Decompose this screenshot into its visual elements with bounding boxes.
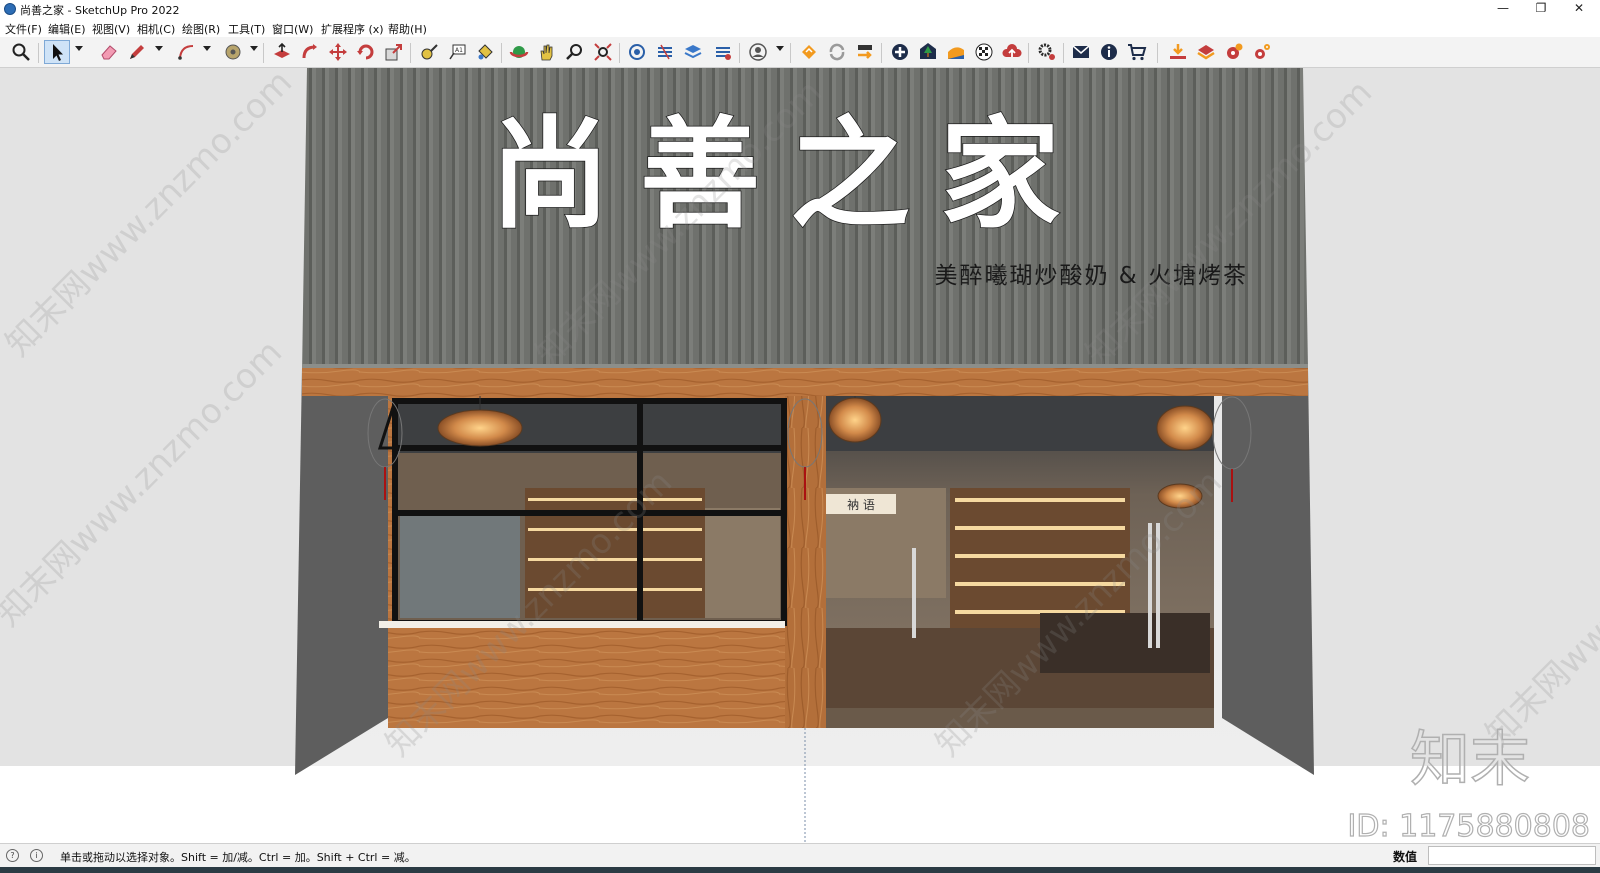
pan-icon[interactable] xyxy=(534,40,560,64)
menu-file[interactable]: 文件(F) xyxy=(5,21,42,37)
export-icon[interactable] xyxy=(852,40,878,64)
roof-eave xyxy=(302,364,1308,368)
paint-bucket-icon[interactable] xyxy=(472,40,498,64)
select-icon[interactable] xyxy=(44,40,70,64)
chevron-down-icon[interactable] xyxy=(203,46,211,51)
watermark-id: ID: 1175880808 xyxy=(1348,809,1590,843)
info-icon[interactable] xyxy=(1096,40,1122,64)
scale-icon[interactable] xyxy=(381,40,407,64)
main-toolbar: A1 xyxy=(0,37,1600,68)
interior-floor xyxy=(826,708,1214,728)
toolbar-separator xyxy=(790,43,791,63)
watermark-brand: 知末 xyxy=(1410,725,1530,795)
plugin-icon[interactable] xyxy=(1193,40,1219,64)
tree-icon[interactable] xyxy=(915,40,941,64)
plugin-gear-icon[interactable] xyxy=(1221,40,1247,64)
chevron-down-icon[interactable] xyxy=(250,46,258,51)
menu-window[interactable]: 窗口(W) xyxy=(272,21,313,37)
eraser-icon[interactable] xyxy=(96,40,122,64)
interior-plaque-text: 衲 语 xyxy=(847,498,875,512)
storefront-model: 尚善之家 美醉曦瑚炒酸奶 & 火塘烤茶 衲 语 知末网www.znzmo.com… xyxy=(0,68,1600,843)
refresh-icon[interactable] xyxy=(824,40,850,64)
chevron-down-icon[interactable] xyxy=(776,46,784,51)
pushpull-icon[interactable] xyxy=(269,40,295,64)
status-bar: ? i 单击或拖动以选择对象。Shift = 加/减。Ctrl = 加。Shif… xyxy=(0,843,1600,867)
geo-location-icon[interactable]: ? xyxy=(6,849,19,862)
paint-icon[interactable] xyxy=(220,40,246,64)
follow-me-icon[interactable] xyxy=(297,40,323,64)
credits-icon[interactable]: i xyxy=(30,849,43,862)
right-side-wall xyxy=(1222,368,1314,775)
menu-edit[interactable]: 编辑(E) xyxy=(48,21,86,37)
orbit-icon[interactable] xyxy=(506,40,532,64)
interior-ceiling xyxy=(826,396,1214,451)
checker-icon[interactable] xyxy=(971,40,997,64)
menu-camera[interactable]: 相机(C) xyxy=(137,21,175,37)
menu-view[interactable]: 视图(V) xyxy=(92,21,130,37)
layout-icon[interactable] xyxy=(796,40,822,64)
window-title: 尚善之家 - SketchUp Pro 2022 xyxy=(20,4,180,17)
left-side-wall xyxy=(295,368,388,775)
extension-icon[interactable] xyxy=(652,40,678,64)
toolbar-separator xyxy=(619,43,620,63)
menu-draw[interactable]: 绘图(R) xyxy=(182,21,220,37)
gears-icon[interactable] xyxy=(1034,40,1060,64)
chevron-down-icon[interactable] xyxy=(155,46,163,51)
chevron-down-icon[interactable] xyxy=(75,46,83,51)
menu-bar: 文件(F) 编辑(E) 视图(V) 相机(C) 绘图(R) 工具(T) 窗口(W… xyxy=(0,19,1600,37)
mail-icon[interactable] xyxy=(1068,40,1094,64)
zoom-icon[interactable] xyxy=(8,40,34,64)
toolbar-separator xyxy=(501,43,502,63)
zoom-window-icon[interactable] xyxy=(562,40,588,64)
measurements-label: 数值 xyxy=(1393,850,1418,864)
toolbar-separator xyxy=(1157,43,1158,63)
close-button[interactable]: ✕ xyxy=(1556,0,1600,19)
add-icon[interactable] xyxy=(887,40,913,64)
measurements-input[interactable] xyxy=(1428,846,1596,865)
toolbar-separator xyxy=(1028,43,1029,63)
toolbar-separator xyxy=(263,43,264,63)
window-stone-wall xyxy=(400,513,520,618)
layers-icon[interactable] xyxy=(680,40,706,64)
rotate-icon[interactable] xyxy=(353,40,379,64)
status-hint: 单击或拖动以选择对象。Shift = 加/减。Ctrl = 加。Shift + … xyxy=(60,851,416,864)
styles-icon[interactable] xyxy=(710,40,736,64)
warehouse-icon[interactable] xyxy=(624,40,650,64)
menu-help[interactable]: 帮助(H) xyxy=(388,21,427,37)
toolbar-separator xyxy=(410,43,411,63)
cloud-upload-icon[interactable] xyxy=(999,40,1025,64)
move-icon[interactable] xyxy=(325,40,351,64)
taskbar-edge xyxy=(0,867,1600,873)
menu-tools[interactable]: 工具(T) xyxy=(228,21,265,37)
cart-icon[interactable] xyxy=(1124,40,1150,64)
title-bar: 尚善之家 - SketchUp Pro 2022 — ❐ ✕ xyxy=(0,0,1600,19)
window-cabinet xyxy=(705,508,780,618)
toolbar-separator xyxy=(38,43,39,63)
user-icon[interactable] xyxy=(745,40,771,64)
terrain-icon[interactable] xyxy=(943,40,969,64)
settings-gear-icon[interactable] xyxy=(1249,40,1275,64)
tape-measure-icon[interactable] xyxy=(416,40,442,64)
text-icon[interactable]: A1 xyxy=(444,40,470,64)
door-handle-left[interactable] xyxy=(912,548,916,638)
left-background-wall xyxy=(0,68,307,768)
model-viewport[interactable]: 尚善之家 美醉曦瑚炒酸奶 & 火塘烤茶 衲 语 知末网www.znzmo.com… xyxy=(0,68,1600,843)
service-counter-ledge xyxy=(379,621,785,628)
toolbar-separator xyxy=(881,43,882,63)
sketchup-app-icon xyxy=(4,3,16,15)
wood-pillar xyxy=(785,396,826,728)
wood-lintel xyxy=(302,368,1308,396)
toolbar-separator xyxy=(1063,43,1064,63)
arc-icon[interactable] xyxy=(174,40,200,64)
menu-extensions[interactable]: 扩展程序 (x) xyxy=(321,21,384,37)
toolbar-separator xyxy=(739,43,740,63)
pencil-icon[interactable] xyxy=(124,40,150,64)
download-icon[interactable] xyxy=(1165,40,1191,64)
svg-text:A1: A1 xyxy=(455,47,463,54)
zoom-extents-icon[interactable] xyxy=(590,40,616,64)
